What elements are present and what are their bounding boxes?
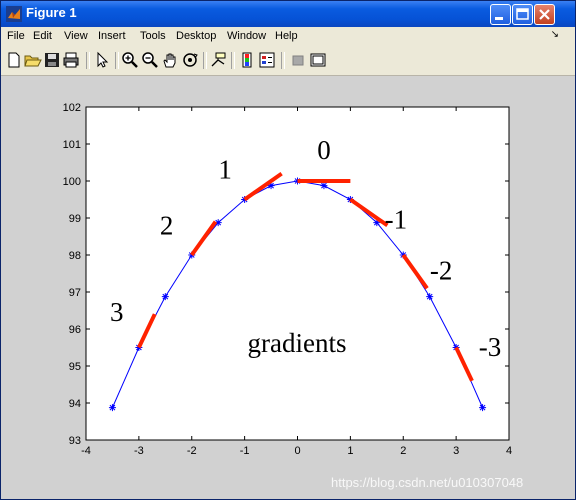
x-tick-label: 4 xyxy=(506,445,512,457)
y-tick-label: 99 xyxy=(69,213,81,225)
toolbar-separator xyxy=(203,52,207,69)
close-button[interactable] xyxy=(534,4,555,25)
annotation-gradients: gradients xyxy=(248,328,347,358)
gradient-label: -2 xyxy=(430,256,453,286)
toolbar-separator xyxy=(115,52,119,69)
x-tick-label: -4 xyxy=(81,445,91,457)
data-point-marker xyxy=(320,182,328,190)
new-file-icon[interactable] xyxy=(5,51,23,69)
y-tick-label: 97 xyxy=(69,287,81,299)
x-tick-label: 3 xyxy=(453,445,459,457)
matlab-logo-icon xyxy=(6,6,22,22)
gradient-label: 2 xyxy=(160,210,174,240)
menu-window[interactable]: Window xyxy=(227,30,266,42)
figure-canvas: -4 -3 -2 -1 0 1 2 3 4 93 94 95 96 97 98 99 100 101 102 0 1 -… xyxy=(1,76,575,499)
save-icon[interactable] xyxy=(43,51,61,69)
x-tick-label: 1 xyxy=(347,445,353,457)
maximize-button[interactable] xyxy=(512,4,533,25)
x-tick-label: 0 xyxy=(294,445,300,457)
show-plot-tools-icon[interactable] xyxy=(309,51,327,69)
colorbar-icon[interactable] xyxy=(238,51,256,69)
pan-hand-icon[interactable] xyxy=(161,51,179,69)
x-tick-label: -1 xyxy=(240,445,250,457)
menu-insert[interactable]: Insert xyxy=(98,30,126,42)
toolbar-separator xyxy=(86,52,90,69)
y-tick-label: 93 xyxy=(69,435,81,447)
figure-window: Figure 1 File Edit View Insert Tools Des… xyxy=(0,0,576,500)
gradient-label: 3 xyxy=(110,297,124,327)
close-icon xyxy=(539,9,550,20)
print-icon[interactable] xyxy=(62,51,80,69)
menu-edit[interactable]: Edit xyxy=(33,30,52,42)
menu-desktop[interactable]: Desktop xyxy=(176,30,216,42)
menubar-chevron-icon[interactable]: ↘ xyxy=(551,29,559,40)
gradient-label: -1 xyxy=(385,204,408,234)
data-point-marker xyxy=(108,404,116,412)
zoom-in-icon[interactable] xyxy=(121,51,139,69)
plot-svg: -4 -3 -2 -1 0 1 2 3 4 93 94 95 96 97 98 99 100 101 102 0 1 -… xyxy=(63,102,512,457)
watermark-text: https://blog.csdn.net/u010307048 xyxy=(331,475,524,490)
y-tick-label: 96 xyxy=(69,324,81,336)
x-tick-label: 2 xyxy=(400,445,406,457)
minimize-button[interactable] xyxy=(490,4,511,25)
open-folder-icon[interactable] xyxy=(24,51,42,69)
menu-tools[interactable]: Tools xyxy=(140,30,166,42)
menu-bar: File Edit View Insert Tools Desktop Wind… xyxy=(1,27,575,46)
title-bar[interactable]: Figure 1 xyxy=(1,1,575,27)
y-tick-label: 100 xyxy=(63,176,81,188)
y-tick-label: 94 xyxy=(69,398,81,410)
toolbar-separator xyxy=(281,52,285,69)
menu-file[interactable]: File xyxy=(7,30,25,42)
maximize-icon xyxy=(516,8,529,20)
hide-plot-tools-icon[interactable] xyxy=(289,51,307,69)
window-title: Figure 1 xyxy=(26,5,77,20)
gradient-label: 1 xyxy=(218,155,232,185)
data-point-marker xyxy=(479,404,487,412)
y-tick-label: 95 xyxy=(69,361,81,373)
gradient-label: -3 xyxy=(479,332,502,362)
y-tick-label: 101 xyxy=(63,139,81,151)
y-tick-label: 98 xyxy=(69,250,81,262)
x-tick-label: -2 xyxy=(187,445,197,457)
menu-help[interactable]: Help xyxy=(275,30,298,42)
data-point-marker xyxy=(161,293,169,301)
toolbar-separator xyxy=(231,52,235,69)
gradient-label: 0 xyxy=(317,135,331,165)
menu-view[interactable]: View xyxy=(64,30,88,42)
rotate-3d-icon[interactable] xyxy=(181,51,199,69)
data-cursor-icon[interactable] xyxy=(209,51,227,69)
data-point-marker xyxy=(426,293,434,301)
pointer-icon[interactable] xyxy=(93,51,111,69)
figure-toolbar xyxy=(1,46,575,76)
zoom-out-icon[interactable] xyxy=(141,51,159,69)
x-tick-label: -3 xyxy=(134,445,144,457)
minimize-icon xyxy=(495,17,503,20)
y-tick-label: 102 xyxy=(63,102,81,114)
legend-icon[interactable] xyxy=(258,51,276,69)
